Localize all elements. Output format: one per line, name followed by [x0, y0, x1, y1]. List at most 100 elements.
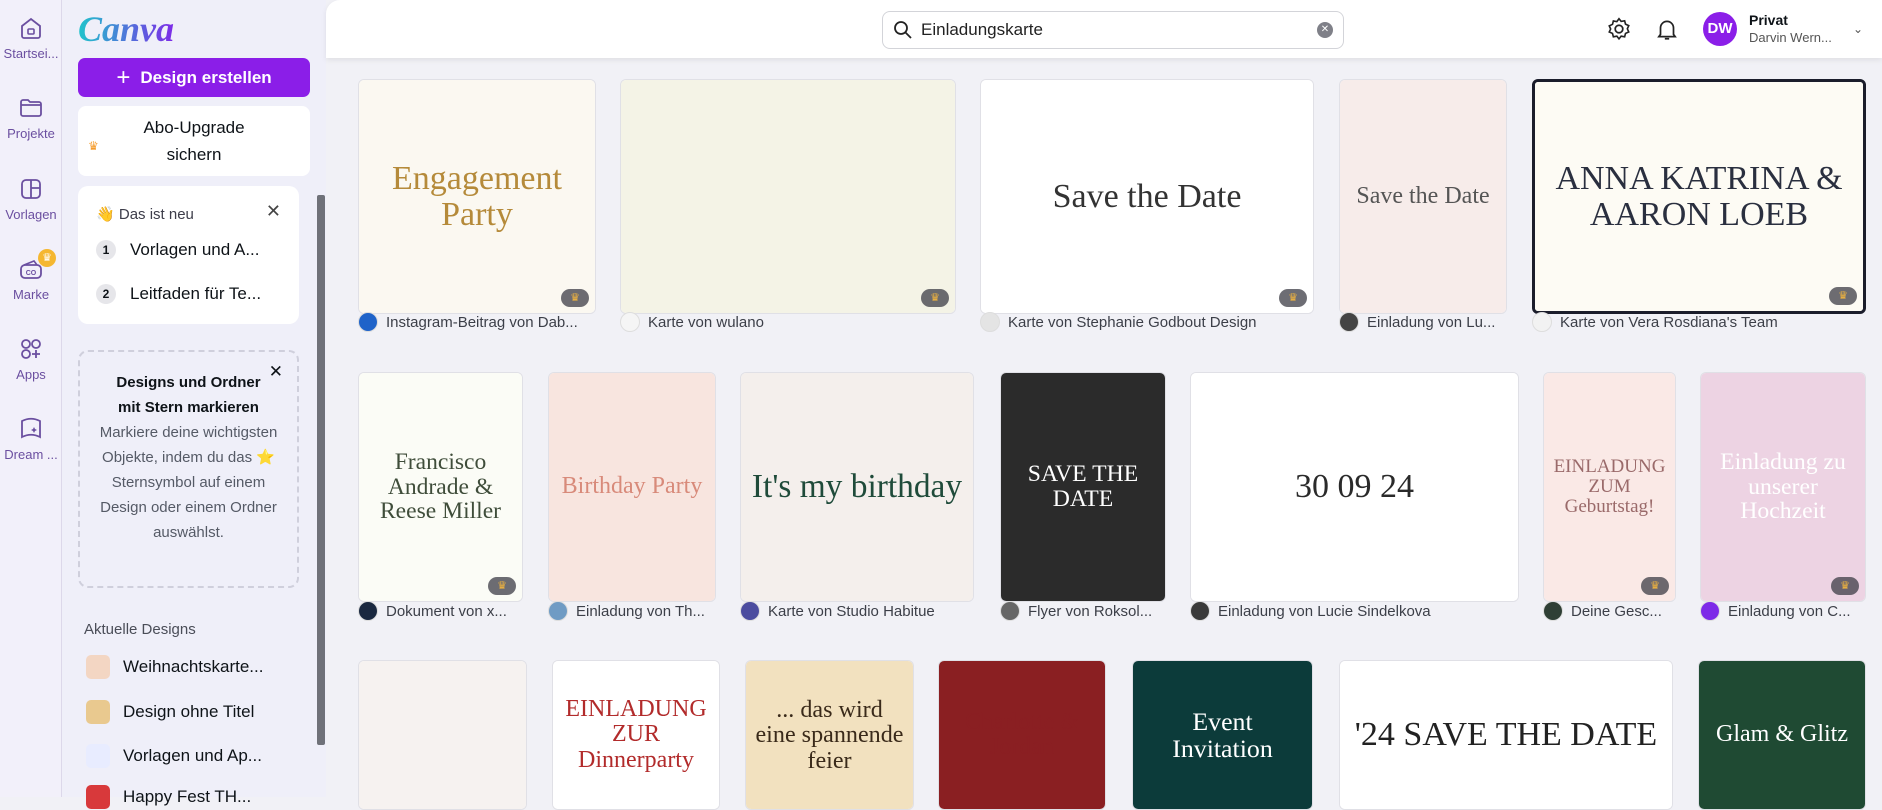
rail-label: Marke [12, 287, 50, 302]
creator-avatar [1700, 601, 1720, 621]
template-thumbnail: Birthday Party [549, 373, 715, 601]
template-caption[interactable]: Einladung von Lu... [1339, 312, 1527, 332]
chevron-down-icon[interactable]: ⌄ [1853, 22, 1863, 36]
thumbnail-text: SAVE THE DATE [1027, 461, 1139, 512]
template-caption[interactable]: Karte von Vera Rosdiana's Team [1532, 312, 1882, 332]
avatar[interactable]: DW [1703, 12, 1737, 46]
whats-new-title-text: Das ist neu [118, 206, 194, 223]
close-icon[interactable]: ✕ [269, 362, 283, 382]
star-tip-body: Markiere deine wichtigsten Objekte, inde… [99, 424, 278, 541]
template-card[interactable]: Event Invitation [1132, 660, 1313, 810]
bell-icon[interactable] [1654, 16, 1680, 42]
template-card[interactable]: Save the Date ♛ [980, 79, 1314, 314]
thumbnail-text: Einladung zu unserer Hochzeit [1720, 448, 1846, 525]
template-caption[interactable]: Einladung von C... [1700, 601, 1882, 621]
template-thumbnail [621, 80, 955, 313]
recent-design-item[interactable]: Design ohne Titel [86, 700, 254, 724]
close-icon[interactable]: ✕ [266, 201, 281, 222]
rail-item-marke[interactable]: CO Marke ♛ [0, 249, 62, 302]
template-thumbnail: EINLADUNG ZUR Dinnerparty [553, 661, 719, 809]
template-card[interactable]: ... das wird eine spannende feier [745, 660, 914, 810]
rail-label: Projekte [7, 126, 55, 141]
recent-designs-heading: Aktuelle Designs [84, 621, 196, 638]
template-card[interactable]: Charlotte & Jordan [938, 660, 1106, 810]
creator-avatar [620, 312, 640, 332]
template-card[interactable]: Glam & Glitz [1698, 660, 1866, 810]
rail-item-projekte[interactable]: Projekte [0, 94, 62, 141]
crown-icon: ♛ [88, 139, 99, 153]
thumbnail-text: Engagement Party [392, 159, 562, 233]
whats-new-item[interactable]: 1 Vorlagen und A... [96, 240, 260, 260]
plus-icon: + [116, 63, 131, 91]
thumbnail-text: EINLADUNG ZUR Dinnerparty [565, 696, 707, 773]
search-input[interactable] [921, 20, 1309, 40]
crown-icon: ♛ [921, 289, 949, 307]
rail-item-apps[interactable]: Apps [0, 335, 62, 382]
template-card[interactable] [358, 660, 527, 810]
recent-design-item[interactable]: Happy Fest TH... [86, 785, 251, 809]
template-caption[interactable]: Einladung von Th... [548, 601, 736, 621]
svg-text:CO: CO [26, 270, 37, 277]
template-thumbnail [359, 661, 526, 809]
template-caption[interactable]: Instagram-Beitrag von Dab... [358, 312, 616, 332]
whats-new-item[interactable]: 2 Leitfaden für Te... [96, 284, 261, 304]
crown-icon: ♛ [561, 289, 589, 307]
template-thumbnail: ... das wird eine spannende feier [746, 661, 913, 809]
template-caption[interactable]: Deine Gesc... [1543, 601, 1696, 621]
account-type: Privat [1749, 12, 1788, 28]
creator-avatar [1543, 601, 1563, 621]
template-caption[interactable]: Karte von Studio Habitue [740, 601, 994, 621]
recent-design-item[interactable]: Vorlagen und Ap... [86, 744, 262, 768]
clear-search-icon[interactable]: ✕ [1317, 22, 1333, 38]
canva-logo[interactable]: Canva [78, 8, 174, 50]
crown-icon: ♛ [1279, 289, 1307, 307]
thumbnail-text: Glam & Glitz [1716, 721, 1848, 748]
template-card[interactable]: EINLADUNG ZUR Dinnerparty [552, 660, 720, 810]
template-card[interactable]: Einladung zu unserer Hochzeit ♛ [1700, 372, 1866, 602]
template-card[interactable]: EINLADUNG ZUM Geburtstag! ♛ [1543, 372, 1676, 602]
template-card[interactable]: ♛ [620, 79, 956, 314]
template-caption[interactable]: Flyer von Roksol... [1000, 601, 1186, 621]
template-caption[interactable]: Karte von wulano [620, 312, 976, 332]
design-thumbnail [86, 744, 110, 768]
caption-text: Flyer von Roksol... [1028, 602, 1153, 620]
gear-icon[interactable] [1606, 16, 1632, 42]
rail-item-vorlagen[interactable]: Vorlagen [0, 175, 62, 222]
template-caption[interactable]: Einladung von Lucie Sindelkova [1190, 601, 1539, 621]
template-card[interactable]: Birthday Party [548, 372, 716, 602]
create-design-button[interactable]: + Design erstellen [78, 58, 310, 97]
template-card[interactable]: Save the Date [1339, 79, 1507, 314]
template-card[interactable]: Engagement Party ♛ [358, 79, 596, 314]
rail-item-dream[interactable]: Dream ... [0, 415, 62, 462]
template-card[interactable]: SAVE THE DATE [1000, 372, 1166, 602]
creator-avatar [548, 601, 568, 621]
template-card[interactable]: 30 09 24 [1190, 372, 1519, 602]
template-card[interactable]: '24 SAVE THE DATE [1339, 660, 1673, 810]
template-card[interactable]: ANNA KATRINA & AARON LOEB ♛ [1532, 79, 1866, 314]
template-card[interactable]: Francisco Andrade & Reese Miller ♛ [358, 372, 523, 602]
upgrade-button[interactable]: ♛ Abo-Upgrade sichern [78, 106, 310, 176]
templates-icon [21, 179, 41, 199]
caption-text: Karte von Stephanie Godbout Design [1008, 313, 1257, 331]
creator-avatar [1532, 312, 1552, 332]
caption-text: Dokument von x... [386, 602, 507, 620]
creator-avatar [980, 312, 1000, 332]
caption-text: Karte von wulano [648, 313, 764, 331]
rail-item-startsei[interactable]: Startsei... [0, 14, 62, 61]
search-icon [894, 21, 912, 39]
item-number: 2 [96, 284, 116, 304]
thumbnail-text: EINLADUNG ZUM Geburtstag! [1553, 456, 1666, 517]
recent-design-item[interactable]: Weihnachtskarte... [86, 655, 263, 679]
panel-scrollbar[interactable] [317, 195, 325, 745]
design-thumbnail [86, 785, 110, 809]
search-bar[interactable]: ✕ [882, 11, 1344, 49]
recent-design-label: Vorlagen und Ap... [123, 746, 262, 765]
template-card[interactable]: It's my birthday [740, 372, 974, 602]
template-caption[interactable]: Karte von Stephanie Godbout Design [980, 312, 1334, 332]
account-switcher[interactable]: Privat Darvin Wern... [1749, 12, 1832, 46]
template-caption[interactable]: Dokument von x... [358, 601, 543, 621]
dream-lab-icon [21, 417, 41, 439]
thumbnail-text: '24 SAVE THE DATE [1354, 716, 1658, 754]
recent-design-label: Happy Fest TH... [123, 787, 252, 806]
design-thumbnail [86, 655, 110, 679]
